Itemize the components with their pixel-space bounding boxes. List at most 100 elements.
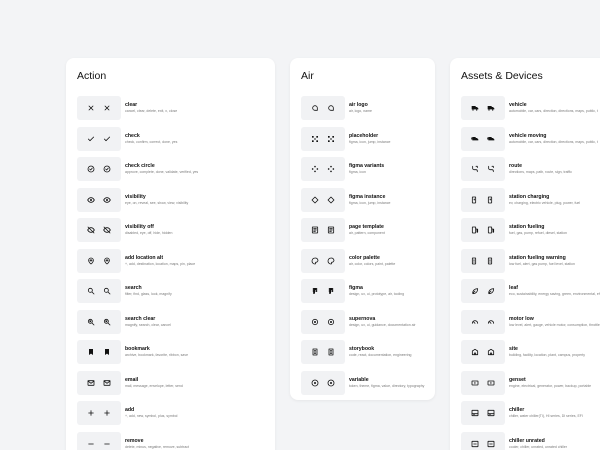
icon-preview-tile[interactable] [301, 187, 345, 212]
icon-preview-tile[interactable] [77, 248, 121, 273]
search-icon [87, 288, 95, 295]
icon-preview-tile[interactable] [301, 340, 345, 365]
icon-row[interactable]: figma instance figma, icon, jump, instanc… [301, 185, 424, 216]
icon-preview-tile[interactable] [301, 370, 345, 395]
icon-meta: add location alt +, add, destination, loc… [125, 255, 195, 267]
icon-row[interactable]: vehicle automobile, car, cars, direction,… [461, 93, 600, 124]
add-icon [104, 410, 110, 416]
icon-preview-tile[interactable] [301, 309, 345, 334]
station-fueling-warning-icon [487, 257, 493, 265]
icon-row[interactable]: placeholder figma, icon, jump, instance [301, 124, 424, 155]
icon-preview-tile[interactable] [301, 279, 345, 304]
icon-row[interactable]: remove delete, minus, negative, remove, s… [77, 429, 198, 450]
icon-row[interactable]: page template air, pattern, component [301, 215, 424, 246]
icon-row[interactable]: add location alt +, add, destination, loc… [77, 246, 198, 277]
icon-row[interactable]: station fueling warning low fuel, alert, … [461, 246, 600, 277]
search-clear-icon [87, 318, 95, 326]
icon-row[interactable]: station fueling fuel, gas, pump, refuel, … [461, 215, 600, 246]
icon-row[interactable]: route directions, maps, path, route, sign… [461, 154, 600, 185]
icon-row[interactable]: email mail, message, envelope, letter, se… [77, 368, 198, 399]
bookmark-icon [89, 349, 93, 356]
icon-row[interactable]: clear cancel, clear, delete, exit, x, clo… [77, 93, 198, 124]
icon-name: station fueling [509, 224, 545, 231]
vehicle-moving-icon [471, 136, 479, 141]
icon-preview-tile[interactable] [461, 370, 505, 395]
leaf-icon [488, 288, 495, 295]
icon-preview-tile[interactable] [461, 187, 505, 212]
icon-preview-tile[interactable] [77, 279, 121, 304]
icon-preview-tile[interactable] [461, 431, 505, 450]
icon-preview-tile[interactable] [301, 248, 345, 273]
icon-name: vehicle [509, 102, 527, 109]
chiller-unrated-icon [471, 440, 479, 447]
icon-preview-tile[interactable] [77, 401, 121, 426]
icon-preview-tile[interactable] [301, 96, 345, 121]
genset-icon [471, 380, 479, 386]
icon-tags: +, add, destination, location, maps, pin… [125, 261, 196, 266]
icon-preview-tile[interactable] [77, 309, 121, 334]
icon-tags: building, facility, location, plant, cam… [509, 353, 586, 358]
icon-tags: check, confirm, correct, done, yes [125, 139, 178, 144]
icon-row[interactable]: add +, add, new, symbol, plus, symbol [77, 398, 198, 429]
icon-preview-tile[interactable] [461, 309, 505, 334]
icon-tags: automobile, car, cars, direction, direct… [509, 139, 598, 144]
icon-tags: archive, bookmark, favorite, ribbon, sav… [125, 353, 189, 358]
icon-row[interactable]: supernova design, ux, ui, guidance, docum… [301, 307, 424, 338]
category-card-air: Air air logo air, logo, name placeholder fi… [290, 58, 435, 400]
chiller-unrated-icon [487, 440, 495, 447]
icon-preview-tile[interactable] [461, 248, 505, 273]
icon-preview-tile[interactable] [461, 401, 505, 426]
icon-preview-tile[interactable] [77, 96, 121, 121]
icon-row[interactable]: figma design, ux, ui, prototype, air, too… [301, 276, 424, 307]
icon-preview-tile[interactable] [461, 126, 505, 151]
icon-row[interactable]: visibility eye, on, reveal, see, show, vi… [77, 185, 198, 216]
icon-preview-tile[interactable] [301, 126, 345, 151]
vehicle-moving-icon [487, 136, 495, 141]
icon-row[interactable]: visibility off disabled, eye, off, hide, … [77, 215, 198, 246]
genset-icon [487, 380, 495, 386]
storybook-icon [312, 348, 318, 356]
icon-name: check [125, 132, 140, 139]
icon-preview-tile[interactable] [301, 157, 345, 182]
icon-preview-tile[interactable] [77, 370, 121, 395]
category-card-assets-devices: Assets & Devices vehicle automobile, car,… [450, 58, 600, 450]
icon-row[interactable]: variable token, theme, figma, value, dire… [301, 368, 424, 399]
icon-row[interactable]: search filter, find, glass, look, magnify [77, 276, 198, 307]
placeholder-icon [328, 135, 334, 142]
icon-preview-tile[interactable] [77, 126, 121, 151]
icon-preview-tile[interactable] [77, 157, 121, 182]
icon-preview-tile[interactable] [77, 340, 121, 365]
icon-preview-tile[interactable] [461, 340, 505, 365]
icon-preview-tile[interactable] [77, 218, 121, 243]
icon-row[interactable]: station charging ev, charging, electric v… [461, 185, 600, 216]
icon-preview-tile[interactable] [301, 218, 345, 243]
icon-row[interactable]: storybook code, react, documentation, eng… [301, 337, 424, 368]
icon-row[interactable]: air logo air, logo, name [301, 93, 424, 124]
icon-row[interactable]: leaf eco, sustainability, energy saving, … [461, 276, 600, 307]
icon-row[interactable]: vehicle moving automobile, car, cars, dir… [461, 124, 600, 155]
icon-row[interactable]: bookmark archive, bookmark, favorite, rib… [77, 337, 198, 368]
icon-preview-tile[interactable] [461, 157, 505, 182]
icon-preview-tile[interactable] [461, 218, 505, 243]
icon-row[interactable]: chiller unrated cooler, chiller, unrated,… [461, 429, 600, 450]
icon-row[interactable]: check check, confirm, correct, done, yes [77, 124, 198, 155]
icon-row[interactable]: figma variants figma, icon [301, 154, 424, 185]
icon-row[interactable]: chiller chiller, water chiller(TI), HI se… [461, 398, 600, 429]
icon-preview-tile[interactable] [461, 279, 505, 304]
icon-preview-tile[interactable] [77, 187, 121, 212]
icon-row[interactable]: motor low low level, alert, gauge, vehicl… [461, 307, 600, 338]
email-icon [103, 380, 111, 386]
icon-meta: genset engine, electrical, generator, pow… [509, 377, 591, 389]
icon-row[interactable]: color palette air, color, colors, paint, … [301, 246, 424, 277]
icon-preview-tile[interactable] [77, 431, 121, 450]
icon-preview-tile[interactable] [461, 96, 505, 121]
icon-row[interactable]: site building, facility, location, plant,… [461, 337, 600, 368]
email-icon [87, 380, 95, 386]
icon-row[interactable]: search clear magnify, search, clear, canc… [77, 307, 198, 338]
icon-row[interactable]: check circle approve, complete, done, val… [77, 154, 198, 185]
icon-name: visibility off [125, 224, 154, 231]
icon-row[interactable]: genset engine, electrical, generator, pow… [461, 368, 600, 399]
icon-meta: remove delete, minus, negative, remove, s… [125, 438, 189, 450]
icon-name: supernova [349, 315, 376, 322]
x-icon [88, 105, 94, 111]
